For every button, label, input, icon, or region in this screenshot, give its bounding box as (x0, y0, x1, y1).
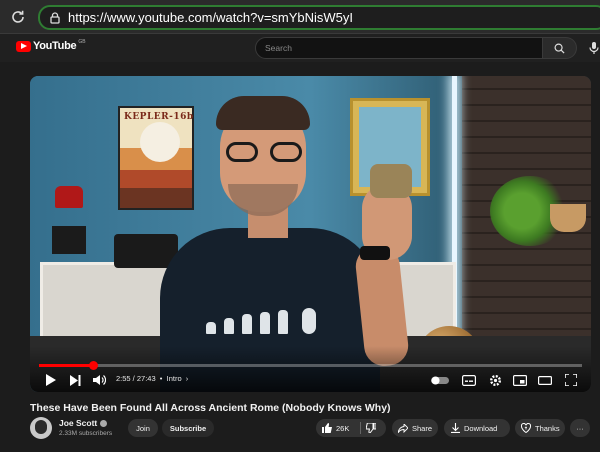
avatar-face (35, 420, 47, 434)
wrist-watch (360, 246, 390, 260)
time-display: 2:55 / 27:43 • Intro › (116, 374, 188, 383)
lamp-shade (55, 186, 83, 208)
kepler-poster: KEPLER-16b (118, 106, 194, 210)
evolution-shirt-graphic (206, 302, 326, 334)
reload-icon[interactable] (8, 7, 28, 27)
channel-name-text[interactable]: Joe Scott (59, 418, 97, 428)
chevron-right-icon[interactable]: › (184, 374, 189, 383)
logo-text: YouTube (33, 40, 77, 52)
autoplay-toggle[interactable] (430, 372, 450, 388)
more-horizontal-icon: ··· (576, 423, 584, 433)
youtube-play-logo-icon (16, 40, 31, 52)
thanks-icon (521, 423, 531, 433)
evolution-figure (242, 314, 252, 334)
left-shelf (40, 262, 180, 342)
search-input[interactable]: Search (255, 37, 543, 59)
download-button[interactable]: Download (444, 419, 510, 437)
thanks-label: Thanks (535, 423, 560, 433)
progress-bar[interactable] (39, 361, 582, 370)
thumbs-up-icon[interactable] (322, 423, 332, 433)
subtitles-icon (462, 374, 476, 386)
search-button[interactable] (543, 37, 577, 59)
youtube-header: YouTube GB Search (0, 34, 600, 62)
channel-name[interactable]: Joe Scott (59, 418, 108, 428)
download-label: Download (464, 423, 498, 433)
time-readout: 2:55 / 27:43 (116, 374, 156, 383)
evolution-figure (224, 318, 234, 334)
volume-button[interactable] (91, 372, 107, 388)
country-code: GB (78, 39, 86, 45)
join-button[interactable]: Join (128, 419, 158, 437)
next-button[interactable] (67, 372, 83, 388)
glasses-lens (226, 142, 258, 162)
controls-overlay (30, 346, 591, 392)
chapter-separator: • (157, 374, 165, 383)
plant-pot (550, 204, 586, 232)
play-button[interactable] (42, 372, 58, 388)
poster-text: KEPLER-16b (124, 112, 194, 122)
subscribe-button[interactable]: Subscribe (162, 419, 214, 437)
theater-mode-button[interactable] (537, 372, 553, 388)
subtitles-button[interactable] (461, 372, 477, 388)
like-dislike-group: 26K (316, 419, 386, 437)
search-icon (554, 43, 565, 54)
share-button[interactable]: Share (392, 419, 438, 437)
watch-page: KEPLER-16b 2:55 / 27:43 • Intro › These … (0, 62, 600, 452)
thanks-button[interactable]: Thanks (515, 419, 565, 437)
download-icon (450, 423, 460, 433)
like-divider (360, 422, 361, 434)
like-count[interactable]: 26K (336, 424, 349, 433)
video-title: These Have Been Found All Across Ancient… (30, 402, 391, 414)
youtube-logo[interactable]: YouTube GB (16, 39, 86, 52)
more-actions-button[interactable]: ··· (570, 419, 590, 437)
evolution-figure (206, 322, 216, 334)
theater-icon (538, 375, 552, 385)
fullscreen-icon (565, 374, 577, 386)
fullscreen-button[interactable] (563, 372, 579, 388)
browser-toolbar: https://www.youtube.com/watch?v=smYbNisW… (0, 0, 600, 34)
address-bar[interactable]: https://www.youtube.com/watch?v=smYbNisW… (38, 5, 600, 30)
chapter-label[interactable]: Intro (167, 374, 182, 383)
lamp-base (52, 226, 86, 254)
mic-icon[interactable] (588, 41, 600, 55)
glasses-lens (270, 142, 302, 162)
gear-icon (489, 374, 501, 386)
play-icon (45, 374, 56, 386)
evolution-figure (278, 310, 288, 334)
autoplay-toggle-icon (431, 376, 449, 384)
share-label: Share (412, 423, 433, 433)
channel-avatar[interactable] (30, 417, 52, 439)
subscriber-count: 2.33M subscribers (59, 430, 113, 437)
thumbs-down-icon[interactable] (366, 423, 376, 433)
share-icon (398, 423, 408, 433)
progress-scrubber[interactable] (88, 361, 98, 370)
settings-button[interactable] (487, 372, 503, 388)
held-artifact (370, 164, 412, 198)
verified-icon (100, 420, 108, 427)
search-placeholder: Search (265, 43, 292, 53)
progress-fill (39, 364, 94, 367)
next-icon (69, 374, 80, 386)
video-player[interactable]: KEPLER-16b 2:55 / 27:43 • Intro › (30, 76, 591, 392)
url-text[interactable]: https://www.youtube.com/watch?v=smYbNisW… (68, 10, 353, 25)
poster-sun (140, 122, 180, 162)
miniplayer-button[interactable] (512, 372, 528, 388)
red-lamp (52, 186, 86, 254)
presenter-hair (216, 96, 310, 130)
astronaut-figure (302, 308, 316, 334)
miniplayer-icon (513, 374, 527, 386)
evolution-figure (260, 312, 270, 334)
volume-icon (92, 375, 106, 385)
presenter-glasses (226, 142, 302, 162)
lock-icon[interactable] (48, 11, 62, 25)
